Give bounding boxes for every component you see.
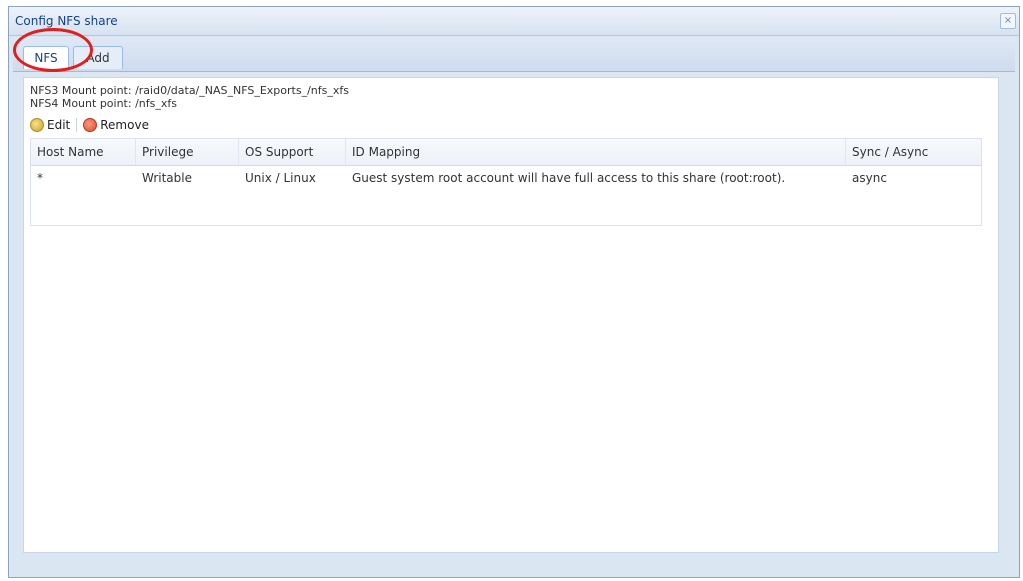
column-header-sync-async[interactable]: Sync / Async bbox=[846, 139, 979, 165]
window-footer bbox=[23, 553, 999, 571]
remove-icon bbox=[83, 118, 98, 132]
cell-host-name: * bbox=[37, 171, 43, 185]
window-titlebar: Config NFS share × bbox=[9, 7, 1019, 36]
nfs-host-table: Host Name Privilege OS Support ID Mappin… bbox=[30, 138, 982, 226]
tab-strip: NFS Add bbox=[13, 37, 1015, 72]
column-header-privilege[interactable]: Privilege bbox=[136, 139, 239, 165]
table-header: Host Name Privilege OS Support ID Mappin… bbox=[31, 139, 981, 166]
column-header-id-mapping[interactable]: ID Mapping bbox=[346, 139, 846, 165]
remove-button[interactable]: Remove bbox=[83, 118, 149, 132]
tab-nfs[interactable]: NFS bbox=[23, 46, 69, 69]
cell-sync-async: async bbox=[852, 171, 887, 185]
cell-privilege: Writable bbox=[142, 171, 192, 185]
cell-id-mapping: Guest system root account will have full… bbox=[352, 171, 786, 185]
nfs3-mount-point: NFS3 Mount point: /raid0/data/_NAS_NFS_E… bbox=[30, 84, 349, 97]
toolbar-separator bbox=[76, 118, 78, 132]
grid-toolbar: Edit Remove bbox=[30, 114, 992, 136]
close-icon[interactable]: × bbox=[1000, 13, 1016, 29]
edit-button-label: Edit bbox=[47, 118, 71, 132]
nfs-panel: NFS3 Mount point: /raid0/data/_NAS_NFS_E… bbox=[23, 77, 999, 553]
column-header-os-support[interactable]: OS Support bbox=[239, 139, 346, 165]
cell-os-support: Unix / Linux bbox=[245, 171, 316, 185]
window-title: Config NFS share bbox=[15, 14, 118, 28]
remove-button-label: Remove bbox=[100, 118, 149, 132]
edit-icon bbox=[30, 118, 44, 132]
config-nfs-window: Config NFS share × NFS Add NFS3 Mount po… bbox=[8, 6, 1020, 578]
table-row[interactable]: * Writable Unix / Linux Guest system roo… bbox=[31, 166, 981, 190]
edit-button[interactable]: Edit bbox=[30, 118, 70, 132]
tab-add[interactable]: Add bbox=[73, 46, 123, 69]
nfs4-mount-point: NFS4 Mount point: /nfs_xfs bbox=[30, 97, 177, 110]
column-header-host-name[interactable]: Host Name bbox=[31, 139, 136, 165]
